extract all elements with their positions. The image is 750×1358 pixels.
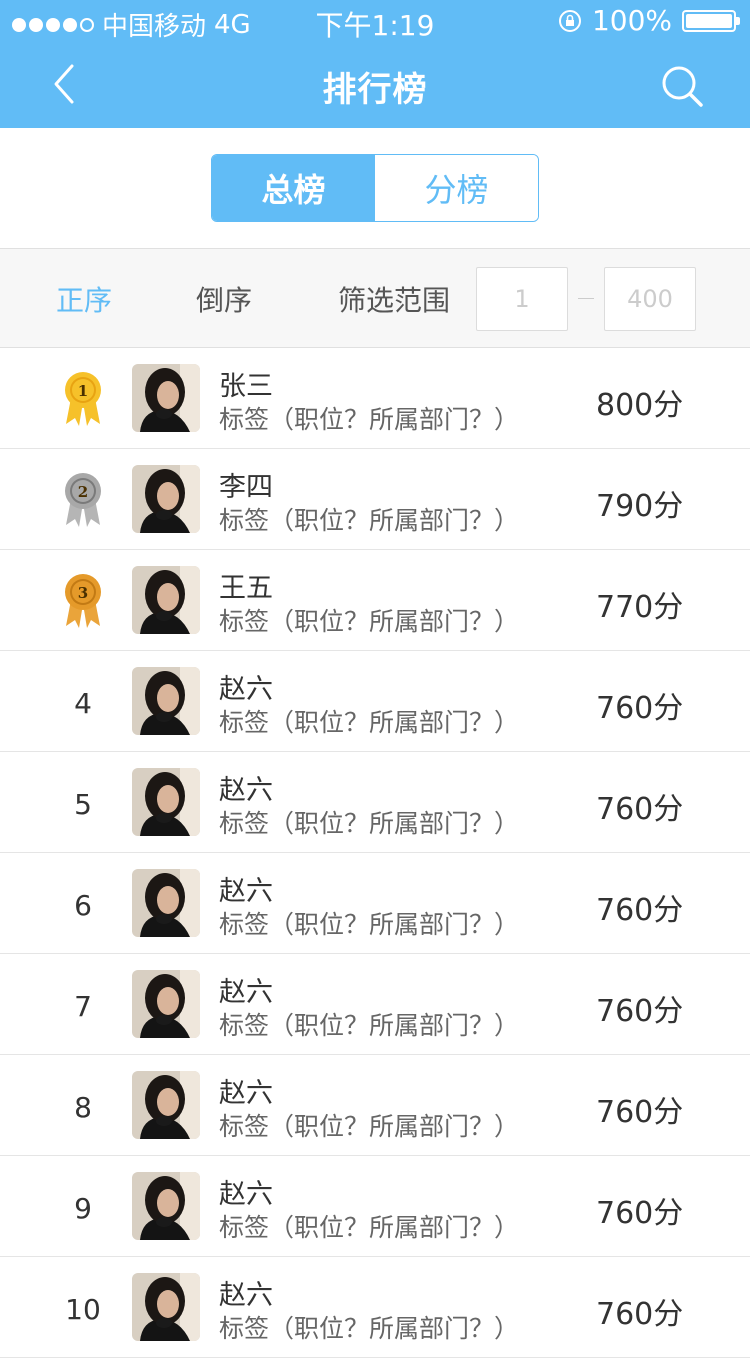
user-tag: 标签（职位？所属部门？） [219,708,520,737]
nav-bar: 排行榜 [0,42,750,128]
user-score: 760分 [596,792,684,827]
ranking-list: 1 张三 标签（职位？所属部门？） 800分 2 李四 标签（职位？所属部门？） 790… [0,348,750,1358]
board-tabs: 总榜 分榜 [211,154,539,222]
user-name: 张三 [219,371,273,402]
range-from-input[interactable] [476,267,568,331]
rank-number: 10 [65,1293,101,1326]
list-item[interactable]: 3 王五标签（职位？所属部门？） 770分 [0,550,750,651]
svg-text:1: 1 [78,382,88,400]
user-name: 李四 [219,472,273,503]
user-tag: 标签（职位？所属部门？） [219,809,520,838]
svg-text:2: 2 [78,483,88,501]
user-tag: 标签（职位？所属部门？） [219,405,520,434]
user-name: 赵六 [219,775,273,806]
list-item[interactable]: 4 赵六标签（职位？所属部门？） 760分 [0,651,750,752]
user-score: 760分 [596,1095,684,1130]
header: 中国移动 4G 下午1:19 100% 排行榜 [0,0,750,128]
rank-number: 4 [74,687,92,720]
sort-desc-button[interactable]: 倒序 [196,279,252,319]
user-name: 赵六 [219,1078,273,1109]
search-icon[interactable] [658,62,706,110]
avatar [132,364,200,432]
list-item[interactable]: 6 赵六标签（职位？所属部门？） 760分 [0,853,750,954]
user-score: 770分 [596,590,684,625]
list-item[interactable]: 1 张三标签（职位？所属部门？） 800分 [0,348,750,449]
gold-medal-icon: 1 [65,372,101,426]
user-tag: 标签（职位？所属部门？） [219,1011,520,1040]
list-item[interactable]: 9 赵六标签（职位？所属部门？） 760分 [0,1156,750,1257]
avatar [132,1172,200,1240]
tab-sub[interactable]: 分榜 [375,155,538,221]
list-item[interactable]: 7 赵六标签（职位？所属部门？） 760分 [0,954,750,1055]
rank-number: 5 [74,788,92,821]
user-score: 760分 [596,893,684,928]
silver-medal-icon: 2 [65,473,101,527]
range-label: 筛选范围 [338,284,451,317]
user-name: 赵六 [219,977,273,1008]
status-right: 100% [558,4,740,37]
user-tag: 标签（职位？所属部门？） [219,607,520,636]
list-item[interactable]: 5 赵六标签（职位？所属部门？） 760分 [0,752,750,853]
list-item[interactable]: 8 赵六标签（职位？所属部门？） 760分 [0,1055,750,1156]
battery-icon [682,9,740,32]
list-item[interactable]: 2 李四标签（职位？所属部门？） 790分 [0,449,750,550]
user-name: 赵六 [219,876,273,907]
rank-number: 9 [74,1192,92,1225]
user-tag: 标签（职位？所属部门？） [219,506,520,535]
avatar [132,970,200,1038]
filter-bar: 正序 倒序 筛选范围 [0,248,750,348]
avatar [132,1273,200,1341]
page-title: 排行榜 [322,70,428,110]
user-score: 760分 [596,1196,684,1231]
range-separator [578,298,594,299]
user-score: 760分 [596,691,684,726]
range-to-input[interactable] [604,267,696,331]
user-tag: 标签（职位？所属部门？） [219,1213,520,1242]
rank-number: 8 [74,1091,92,1124]
status-bar: 中国移动 4G 下午1:19 100% [0,0,750,42]
list-item[interactable]: 10 赵六标签（职位？所属部门？） 760分 [0,1257,750,1358]
avatar [132,869,200,937]
sort-asc-button[interactable]: 正序 [56,279,112,319]
avatar [132,667,200,735]
rotation-lock-icon [558,9,581,32]
tab-overall[interactable]: 总榜 [212,155,375,221]
avatar [132,465,200,533]
avatar [132,566,200,634]
user-score: 800分 [596,388,684,423]
user-tag: 标签（职位？所属部门？） [219,910,520,939]
user-name: 赵六 [219,674,273,705]
user-name: 赵六 [219,1280,273,1311]
avatar [132,768,200,836]
user-tag: 标签（职位？所属部门？） [219,1112,520,1141]
bronze-medal-icon: 3 [65,574,101,628]
user-score: 760分 [596,994,684,1029]
svg-text:3: 3 [78,584,88,602]
user-tag: 标签（职位？所属部门？） [219,1314,520,1343]
user-score: 790分 [596,489,684,524]
rank-number: 6 [74,889,92,922]
avatar [132,1071,200,1139]
battery-label: 100% [591,4,672,37]
user-name: 赵六 [219,1179,273,1210]
user-name: 王五 [219,573,273,604]
rank-number: 7 [74,990,92,1023]
user-score: 760分 [596,1297,684,1332]
